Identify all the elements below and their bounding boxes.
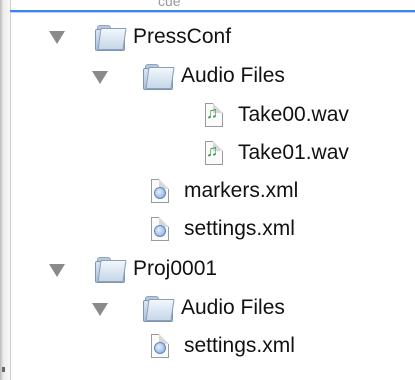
xml-file-icon: [150, 334, 170, 358]
tree-item-proj0001[interactable]: Proj0001: [95, 252, 217, 286]
tree-item-label: Take00.wav: [238, 103, 349, 126]
tree-item-label: Audio Files: [181, 296, 285, 319]
tree-item-markers-xml[interactable]: markers.xml: [150, 174, 298, 208]
tree-item-settings-xml[interactable]: settings.xml: [150, 212, 295, 246]
folder-icon: [95, 256, 127, 283]
tree-item-label: settings.xml: [184, 217, 295, 240]
disclosure-triangle-icon[interactable]: [49, 264, 65, 277]
tree-item-audio-files[interactable]: Audio Files: [143, 59, 285, 93]
xml-file-icon: [150, 217, 170, 241]
tree-item-take01-wav[interactable]: ♫ Take01.wav: [204, 136, 349, 170]
tree-item-label: Take01.wav: [238, 141, 349, 164]
audio-file-icon: ♫: [204, 103, 224, 127]
cut-off-row-label: cue: [158, 0, 181, 9]
tree-item-label: Proj0001: [133, 257, 218, 280]
disclosure-triangle-icon[interactable]: [92, 71, 108, 84]
folder-icon: [143, 295, 175, 322]
tree-item-label: PressConf: [133, 25, 232, 48]
tree-item-pressconf[interactable]: PressConf: [95, 20, 231, 54]
disclosure-triangle-icon[interactable]: [49, 31, 65, 44]
tree-item-settings-xml[interactable]: settings.xml: [150, 329, 295, 363]
tree-item-take00-wav[interactable]: ♫ Take00.wav: [204, 98, 349, 132]
tree-item-label: markers.xml: [184, 179, 299, 202]
selected-row-bottom-edge: cue: [10, 0, 415, 12]
resize-tick: [2, 367, 5, 372]
disclosure-triangle-icon[interactable]: [92, 303, 108, 316]
folder-icon: [143, 63, 175, 90]
window-left-edge: [0, 0, 11, 380]
folder-icon: [95, 24, 127, 51]
tree-item-label: settings.xml: [184, 334, 295, 357]
tree-item-label: Audio Files: [181, 64, 285, 87]
tree-item-audio-files[interactable]: Audio Files: [143, 291, 285, 325]
audio-file-icon: ♫: [204, 141, 224, 165]
xml-file-icon: [150, 179, 170, 203]
